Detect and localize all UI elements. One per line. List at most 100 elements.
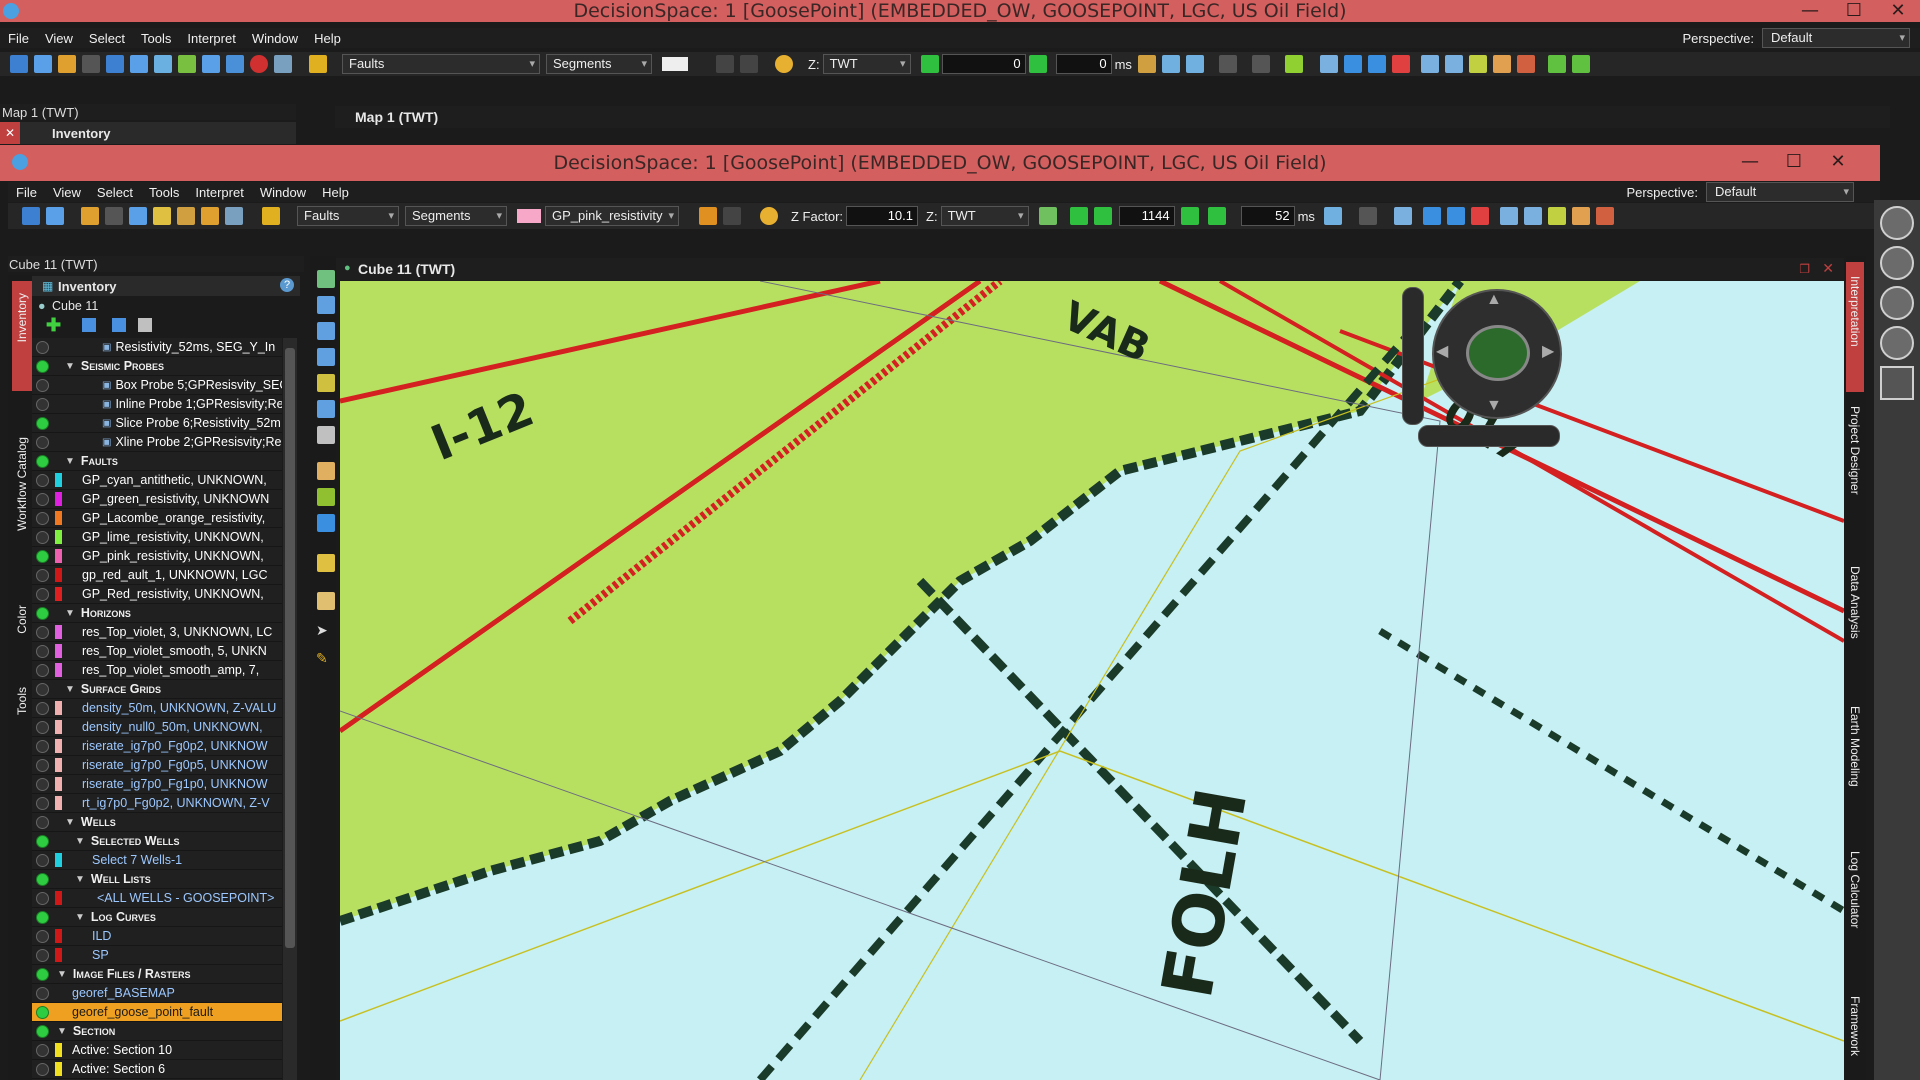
tree-item[interactable]: ▣ Box Probe 5;GPResisvity_SEC [32,376,282,395]
visibility-toggle[interactable] [36,340,49,354]
box-icon[interactable] [201,207,219,225]
faults-select[interactable]: Faults [297,206,399,226]
tree-item[interactable]: density_null0_50m, UNKNOWN, [32,718,282,737]
color-swatch[interactable] [55,758,62,772]
close-icon[interactable]: ✕ [1876,0,1920,21]
edit-icon[interactable] [1880,286,1914,320]
tree-item[interactable]: res_Top_violet_smooth, 5, UNKN [32,642,282,661]
color-swatch[interactable] [55,1005,62,1019]
tree-item[interactable]: res_Top_violet_smooth_amp, 7, [32,661,282,680]
tree-group[interactable]: ▼ Selected Wells [32,832,282,851]
color-swatch[interactable] [55,796,62,810]
tree-group[interactable]: ▼ Image Files / Rasters [32,965,282,984]
list-icon[interactable] [1420,55,1439,73]
tree-group[interactable]: ▼ Seismic Probes [32,357,282,376]
menu-tools[interactable]: Tools [133,31,179,46]
first-frame-icon[interactable] [1038,207,1057,225]
tree-icon[interactable] [129,207,147,225]
expand-icon[interactable]: ▼ [65,361,75,372]
flag-icon[interactable] [1422,207,1441,225]
color-swatch[interactable] [55,530,62,544]
pan-icon[interactable] [317,270,335,288]
color-swatch[interactable] [55,568,62,582]
3d-viewport[interactable]: I-12 VAB 017 FOLH ▲ ▼ ◀ ▶ [340,281,1844,1080]
perspective-select[interactable]: Default [1762,28,1910,48]
back-prev-icon[interactable] [920,55,939,73]
tree-item[interactable]: ILD [32,927,282,946]
color-swatch[interactable] [55,587,62,601]
new-icon[interactable] [10,55,28,73]
back-faults-select[interactable]: Faults [342,54,540,74]
menu-file[interactable]: File [0,31,37,46]
camera-icon[interactable] [202,55,220,73]
surface-icon[interactable] [317,488,335,506]
scroll-thumb[interactable] [285,348,295,948]
tree-item[interactable]: GP_cyan_antithetic, UNKNOWN, [32,471,282,490]
globe-icon[interactable] [130,55,148,73]
nav-right-icon[interactable]: ▶ [1542,341,1554,361]
tree-item[interactable]: ▣ Xline Probe 2;GPResisvity;Re [32,433,282,452]
navigation-widget[interactable]: ▲ ▼ ◀ ▶ [1392,281,1564,461]
home-icon[interactable] [1161,55,1180,73]
visibility-toggle[interactable] [36,720,49,734]
settings-icon[interactable] [1185,55,1204,73]
menu-view[interactable]: View [45,185,89,200]
tree-item[interactable]: res_Top_violet, 3, UNKNOWN, LC [32,623,282,642]
nav-left-icon[interactable]: ◀ [1436,341,1448,361]
tree-item[interactable]: riserate_ig7p0_Fg1p0, UNKNOW [32,775,282,794]
color-swatch[interactable] [55,511,62,525]
back-frame-field[interactable]: 0 [941,54,1026,74]
step-field[interactable]: 52 [1240,206,1295,226]
chart-icon[interactable] [1516,55,1535,73]
tree-item[interactable]: ▣ Slice Probe 6;Resistivity_52m [32,414,282,433]
doc-icon[interactable] [1571,207,1590,225]
visibility-toggle[interactable] [36,492,49,506]
probe-icon[interactable] [317,462,335,480]
color-swatch[interactable] [55,644,62,658]
visibility-toggle[interactable] [36,473,49,487]
flag-icon[interactable] [1343,55,1362,73]
map-icon[interactable] [1468,55,1487,73]
menu-select[interactable]: Select [89,185,141,200]
back-inventory-tab[interactable]: Inventory [52,126,111,141]
square-icon[interactable] [317,514,335,532]
color-swatch[interactable] [55,1043,62,1057]
color-swatch[interactable] [55,625,62,639]
microphone-icon[interactable] [1880,326,1914,360]
draw-icon[interactable]: ✎ [316,650,328,667]
color-swatch[interactable] [55,948,62,962]
tree-item[interactable]: gp_red_ault_1, UNKNOWN, LGC [32,566,282,585]
snapshot-icon[interactable] [1323,207,1342,225]
tab-color[interactable]: Color [12,593,32,653]
grid-icon[interactable] [178,55,196,73]
tab-data-analysis[interactable]: Data Analysis [1846,556,1864,686]
visibility-toggle[interactable] [36,644,49,658]
color-swatch[interactable] [55,397,62,411]
tab-log-calculator[interactable]: Log Calculator [1846,841,1864,976]
visibility-toggle[interactable] [36,910,49,924]
tree-group[interactable]: ▼ Horizons [32,604,282,623]
redo-icon[interactable] [740,55,758,73]
back-nav-icon[interactable] [1880,206,1914,240]
visibility-toggle[interactable] [36,758,49,772]
color-swatch[interactable] [55,777,62,791]
visibility-toggle[interactable] [36,1062,49,1076]
rewind-icon[interactable] [1069,207,1088,225]
color-swatch[interactable] [55,340,62,354]
visibility-toggle[interactable] [36,416,49,430]
cube-view-icon[interactable] [317,400,335,418]
color-swatch[interactable] [55,663,62,677]
tree-group[interactable]: ▼ Well Lists [32,870,282,889]
visibility-toggle[interactable] [36,549,49,563]
move-icon[interactable] [177,207,195,225]
expand-icon[interactable]: ▼ [75,912,85,923]
well-icon[interactable] [1367,55,1386,73]
house-icon[interactable] [317,374,335,392]
expand-icon[interactable]: ▼ [65,684,75,695]
visibility-toggle[interactable] [36,1024,49,1038]
undo-icon[interactable] [716,55,734,73]
visibility-toggle[interactable] [36,777,49,791]
tree-item[interactable]: ▣ Resistivity_52ms, SEG_Y_In [32,338,282,357]
tab-earth-modeling[interactable]: Earth Modeling [1846,696,1864,836]
tree-group[interactable]: ▼ Faults [32,452,282,471]
